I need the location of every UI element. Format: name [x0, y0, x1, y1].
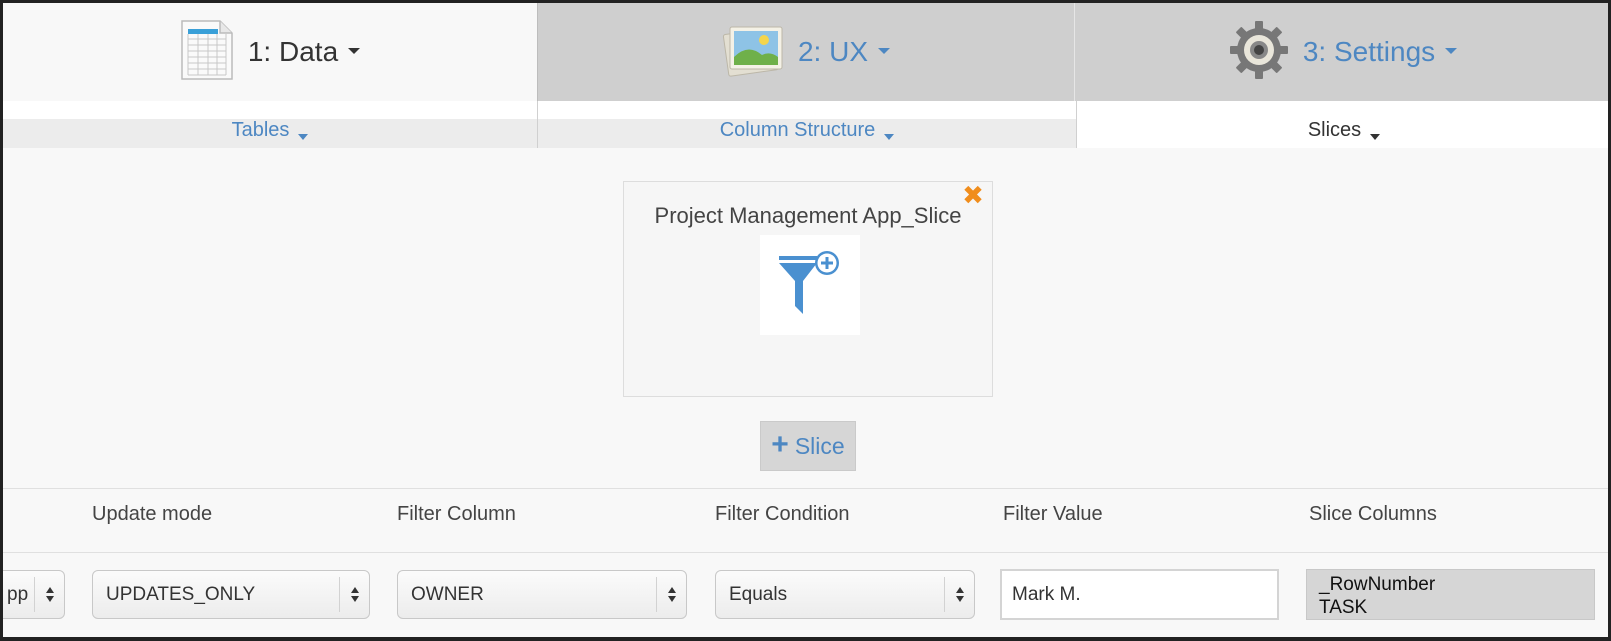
tab-settings-label: 3: Settings	[1303, 36, 1458, 68]
chevron-down-icon	[884, 134, 895, 140]
column-header-filter-column: Filter Column	[397, 503, 516, 525]
column-header-filter-condition: Filter Condition	[715, 503, 850, 525]
column-header-filter-value: Filter Value	[1003, 503, 1103, 525]
top-tab-bar: 1: Data 2: UX 3: Settings	[3, 3, 1608, 101]
select-arrows-icon	[34, 577, 64, 612]
plus-icon: +	[771, 427, 789, 461]
source-table-select[interactable]: pp	[3, 570, 65, 619]
filter-value-input[interactable]: Mark M.	[1000, 569, 1279, 620]
list-item[interactable]: _RowNumber	[1319, 573, 1594, 596]
column-header-update-mode: Update mode	[92, 503, 213, 525]
select-arrows-icon	[339, 577, 369, 612]
select-arrows-icon	[944, 577, 974, 612]
source-table-value: pp	[7, 583, 29, 605]
list-item[interactable]: TASK	[1319, 596, 1594, 619]
filter-column-value: OWNER	[411, 583, 484, 605]
app-window: 1: Data 2: UX 3: Settings Tables Column …	[0, 0, 1611, 641]
gear-icon	[1229, 20, 1289, 85]
subtab-slices[interactable]: Slices	[1076, 101, 1608, 148]
sub-tab-bar: Tables Column Structure Slices	[3, 101, 1608, 148]
tab-settings[interactable]: 3: Settings	[1074, 3, 1608, 101]
table-divider	[3, 488, 1608, 489]
tab-data[interactable]: 1: Data	[3, 3, 537, 101]
add-slice-label: Slice	[794, 432, 845, 459]
chevron-down-icon	[298, 134, 309, 140]
filter-add-icon	[775, 248, 845, 323]
update-mode-value: UPDATES_ONLY	[106, 583, 256, 605]
slice-card[interactable]: Project Management App_Slice ✖	[623, 181, 993, 397]
filter-condition-select[interactable]: Equals	[715, 570, 975, 619]
add-slice-button[interactable]: + Slice	[760, 421, 856, 471]
subtab-column-structure[interactable]: Column Structure	[537, 101, 1076, 148]
slice-icon-box	[760, 235, 860, 335]
subtab-tables[interactable]: Tables	[3, 101, 537, 148]
tab-ux-label: 2: UX	[798, 36, 891, 68]
column-header-slice-columns: Slice Columns	[1309, 503, 1437, 525]
scrollbar-track[interactable]	[495, 637, 1611, 640]
spreadsheet-icon	[180, 19, 234, 86]
filter-condition-value: Equals	[729, 583, 788, 605]
chevron-down-icon	[348, 47, 361, 54]
slice-card-title: Project Management App_Slice	[654, 203, 962, 228]
image-icon	[722, 23, 784, 82]
tab-data-label: 1: Data	[248, 36, 361, 68]
chevron-down-icon	[878, 47, 891, 54]
slice-columns-listbox[interactable]: _RowNumber TASK	[1306, 569, 1595, 620]
tab-ux[interactable]: 2: UX	[537, 3, 1074, 101]
chevron-down-icon	[1445, 47, 1458, 54]
chevron-down-icon	[1370, 134, 1381, 140]
filter-column-select[interactable]: OWNER	[397, 570, 687, 619]
update-mode-select[interactable]: UPDATES_ONLY	[92, 570, 370, 619]
select-arrows-icon	[656, 577, 686, 612]
close-icon[interactable]: ✖	[960, 182, 986, 209]
